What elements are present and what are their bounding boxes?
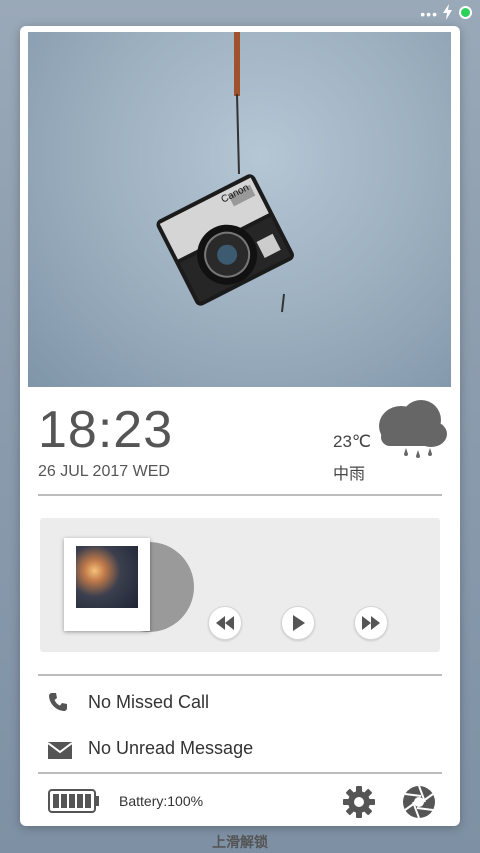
divider xyxy=(38,772,442,774)
rewind-button[interactable] xyxy=(208,606,242,640)
clock-date: 26 JUL 2017 WED xyxy=(38,463,170,480)
more-dots-icon: ••• xyxy=(420,6,438,22)
battery-label: Battery:100% xyxy=(119,793,204,809)
rewind-icon xyxy=(216,616,234,630)
unread-message-text[interactable]: No Unread Message xyxy=(88,738,253,759)
wallpaper-photo: Canon xyxy=(28,32,451,387)
play-icon xyxy=(293,615,305,631)
fast-forward-button[interactable] xyxy=(354,606,388,640)
play-button[interactable] xyxy=(281,606,315,640)
lockscreen-card: Canon 18:23 26 JUL 2017 WED 23℃ 中雨 No Mi… xyxy=(20,26,460,826)
status-bar: ••• xyxy=(0,0,480,26)
camera-shortcut-button[interactable] xyxy=(402,785,436,824)
notification-led-icon xyxy=(459,6,472,19)
music-player xyxy=(40,518,440,652)
weather-description: 中雨 xyxy=(333,466,366,483)
divider xyxy=(38,674,442,676)
envelope-icon xyxy=(48,742,72,759)
missed-call-text[interactable]: No Missed Call xyxy=(88,692,209,713)
swipe-unlock-hint[interactable]: 上滑解锁 xyxy=(0,832,480,852)
gear-icon xyxy=(343,786,375,818)
album-cover[interactable] xyxy=(64,538,150,631)
aperture-icon xyxy=(403,785,435,819)
clock-time: 18:23 xyxy=(38,401,174,459)
settings-button[interactable] xyxy=(342,785,376,824)
charging-bolt-icon xyxy=(443,4,452,20)
battery-icon xyxy=(48,789,99,813)
divider xyxy=(38,494,442,496)
album-art-image xyxy=(76,546,138,608)
phone-icon xyxy=(49,693,67,711)
hanging-camera-illustration: Canon xyxy=(156,32,294,313)
rain-cloud-icon xyxy=(379,400,447,458)
weather-temperature: 23℃ xyxy=(333,432,372,451)
fast-forward-icon xyxy=(362,616,380,630)
